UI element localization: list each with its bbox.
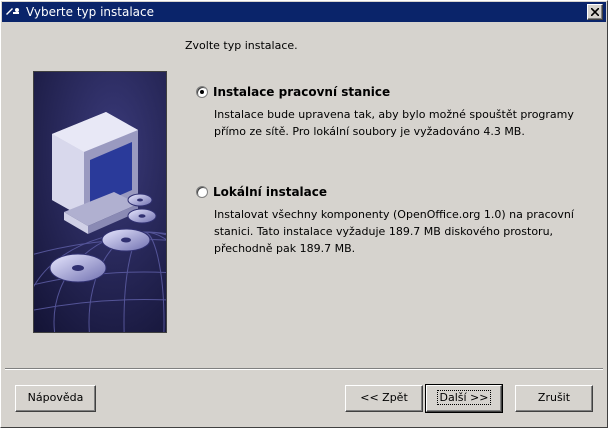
option-workstation-description: Instalace bude upravena tak, aby bylo mo…	[214, 108, 574, 138]
option-local-label[interactable]: Lokální instalace	[213, 185, 327, 199]
page-heading: Zvolte typ instalace.	[185, 39, 298, 52]
radio-workstation[interactable]	[196, 86, 208, 98]
installer-illustration	[23, 71, 265, 413]
close-icon	[591, 8, 599, 16]
back-button-label: << Zpět	[360, 391, 408, 404]
option-workstation-label[interactable]: Instalace pracovní stanice	[213, 85, 390, 99]
installer-window: Vyberte typ instalace Zvolte typ instala…	[0, 0, 608, 428]
computer-disks-image	[23, 72, 265, 413]
help-button[interactable]: Nápověda	[15, 385, 96, 412]
openoffice-icon	[5, 5, 21, 19]
help-button-label: Nápověda	[27, 391, 84, 404]
next-button-label: Další >>	[436, 390, 492, 405]
window-title: Vyberte typ instalace	[26, 5, 154, 19]
option-local-description: Instalovat všechny komponenty (OpenOffic…	[214, 208, 574, 255]
title-bar[interactable]: Vyberte typ instalace	[2, 2, 606, 22]
back-button[interactable]: << Zpět	[345, 385, 423, 412]
cancel-button[interactable]: Zrušit	[515, 385, 593, 412]
divider	[5, 368, 603, 370]
next-button[interactable]: Další >>	[425, 384, 503, 413]
radio-local[interactable]	[196, 186, 208, 198]
cancel-button-label: Zrušit	[537, 391, 571, 404]
close-button[interactable]	[587, 4, 603, 20]
